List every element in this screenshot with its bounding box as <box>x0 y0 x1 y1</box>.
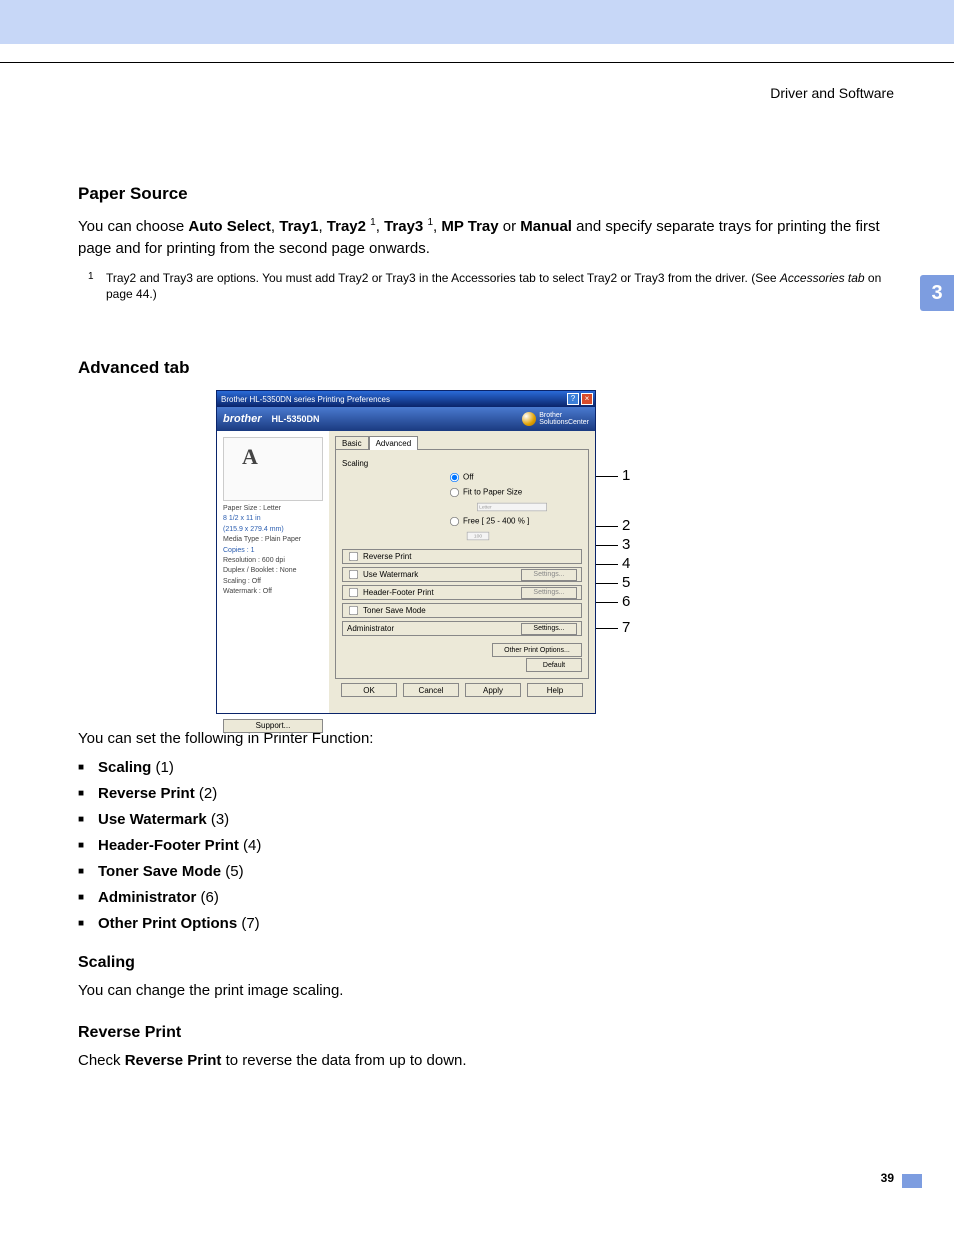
section-header: Driver and Software <box>770 85 894 101</box>
header-footer-settings-button[interactable]: Settings... <box>521 587 577 599</box>
page-number: 39 <box>881 1171 894 1185</box>
heading-reverse-print: Reverse Print <box>78 1024 894 1042</box>
function-list: Scaling (1) Reverse Print (2) Use Waterm… <box>78 759 894 932</box>
solutions-center-icon <box>522 412 536 426</box>
header-footer-checkbox[interactable]: Header-Footer PrintSettings... <box>342 585 582 600</box>
model-label: HL-5350DN <box>272 414 320 424</box>
printing-preferences-dialog: Brother HL-5350DN series Printing Prefer… <box>216 390 596 714</box>
use-watermark-checkbox[interactable]: Use WatermarkSettings... <box>342 567 582 582</box>
apply-button[interactable]: Apply <box>465 683 521 697</box>
dialog-title: Brother HL-5350DN series Printing Prefer… <box>221 395 565 404</box>
callout-5: 5 <box>622 574 630 591</box>
reverse-text: Check Reverse Print to reverse the data … <box>78 1050 894 1072</box>
scaling-text: You can change the print image scaling. <box>78 980 894 1002</box>
radio-off[interactable]: Off <box>448 471 582 484</box>
callout-7: 7 <box>622 619 630 636</box>
administrator-settings-button[interactable]: Settings... <box>521 623 577 635</box>
callout-6: 6 <box>622 593 630 610</box>
scaling-label: Scaling <box>342 459 382 468</box>
brand-logo: brother <box>223 413 262 425</box>
heading-paper-source: Paper Source <box>78 184 894 204</box>
support-button[interactable]: Support... <box>223 719 323 733</box>
help-icon[interactable]: ? <box>567 393 579 405</box>
radio-free[interactable]: Free [ 25 - 400 % ] <box>448 515 582 528</box>
callout-1: 1 <box>622 467 630 484</box>
chapter-tab: 3 <box>920 275 954 311</box>
toner-save-checkbox[interactable]: Toner Save Mode <box>342 603 582 618</box>
ok-button[interactable]: OK <box>341 683 397 697</box>
other-print-options-button[interactable]: Other Print Options... <box>492 643 582 657</box>
heading-scaling: Scaling <box>78 954 894 972</box>
page-preview: A <box>223 437 323 501</box>
fit-size-select[interactable] <box>477 503 547 511</box>
radio-fit[interactable]: Fit to Paper Size <box>448 486 582 499</box>
paper-source-paragraph: You can choose Auto Select, Tray1, Tray2… <box>78 216 894 260</box>
footnote-1: 1 Tray2 and Tray3 are options. You must … <box>78 270 894 304</box>
watermark-settings-button[interactable]: Settings... <box>521 569 577 581</box>
advanced-intro: You can set the following in Printer Fun… <box>78 728 894 750</box>
administrator-row: AdministratorSettings... <box>342 621 582 636</box>
tab-advanced[interactable]: Advanced <box>369 436 419 450</box>
help-button[interactable]: Help <box>527 683 583 697</box>
reverse-print-checkbox[interactable]: Reverse Print <box>342 549 582 564</box>
close-icon[interactable]: × <box>581 393 593 405</box>
cancel-button[interactable]: Cancel <box>403 683 459 697</box>
free-percent-input[interactable] <box>467 532 489 540</box>
solutions-center-link[interactable]: BrotherSolutionsCenter <box>522 412 589 426</box>
callout-3: 3 <box>622 536 630 553</box>
callout-4: 4 <box>622 555 630 572</box>
default-button[interactable]: Default <box>526 658 582 672</box>
heading-advanced-tab: Advanced tab <box>78 358 894 378</box>
callout-2: 2 <box>622 517 630 534</box>
tab-basic[interactable]: Basic <box>335 436 369 450</box>
